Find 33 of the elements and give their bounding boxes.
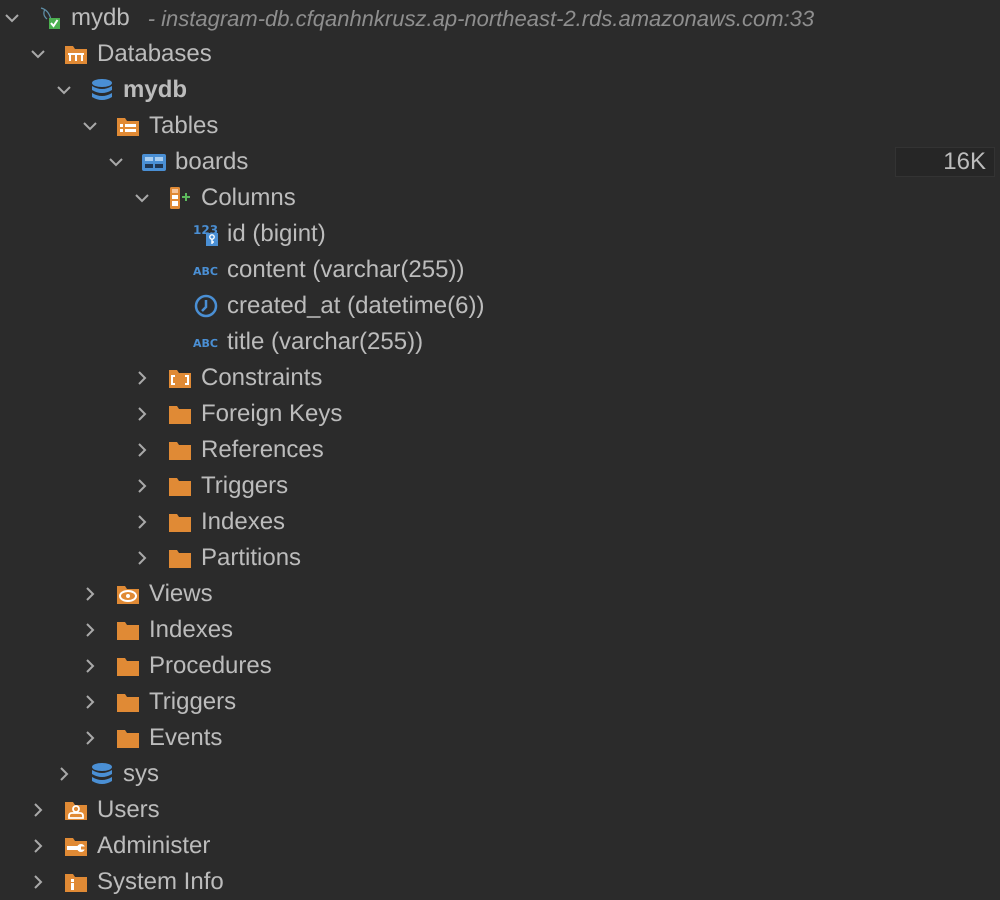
abc-icon: ABC (193, 329, 219, 355)
node-label[interactable]: Users (97, 792, 160, 828)
size-label: 16K (895, 147, 995, 177)
database-icon (89, 761, 115, 787)
node-label[interactable]: Views (149, 576, 213, 612)
node-label[interactable]: Administer (97, 828, 210, 864)
node-label[interactable]: Events (149, 720, 222, 756)
node-label[interactable]: Triggers (149, 684, 236, 720)
node-label[interactable]: Indexes (149, 612, 234, 648)
node-label[interactable]: id (bigint) (227, 216, 326, 252)
node-label[interactable]: System Info (97, 864, 224, 900)
database-icon (89, 77, 115, 103)
node-label[interactable]: Columns (201, 180, 296, 216)
node-label[interactable]: created_at (datetime(6)) (227, 288, 484, 324)
node-label[interactable]: Databases (97, 36, 212, 72)
node-label[interactable]: mydb (123, 72, 188, 108)
node-label[interactable]: Foreign Keys (201, 396, 342, 432)
node-label[interactable]: sys (123, 756, 159, 792)
connection-detail: - instagram-db.cfqanhnkrusz.ap-northeast-2.rds.amazonaws.com:33 (148, 4, 814, 33)
clock-icon (193, 293, 219, 319)
node-label[interactable]: mydb (71, 0, 130, 36)
node-label[interactable]: Partitions (201, 540, 302, 576)
node-label[interactable]: Indexes (201, 504, 286, 540)
abc-icon: ABC (193, 257, 219, 283)
node-label[interactable]: title (varchar(255)) (227, 324, 424, 360)
node-label[interactable]: References (201, 432, 324, 468)
node-label[interactable]: boards (175, 144, 248, 180)
columns-icon (167, 185, 193, 211)
node-label[interactable]: content (varchar(255)) (227, 252, 464, 288)
node-label[interactable]: Constraints (201, 360, 322, 396)
node-label[interactable]: Procedures (149, 648, 272, 684)
node-label[interactable]: Triggers (201, 468, 288, 504)
node-label[interactable]: Tables (149, 108, 218, 144)
